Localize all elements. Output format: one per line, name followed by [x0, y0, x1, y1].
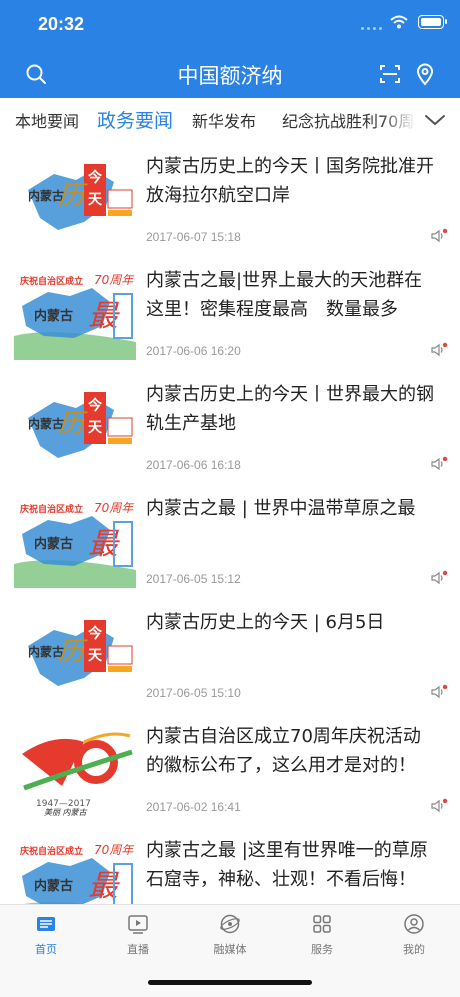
- status-time: 20:32: [38, 14, 85, 34]
- list-item[interactable]: 庆祝自治区成立 70周年 内蒙古 最 内蒙古之最 |这里有世界唯一的草原石窟寺，…: [0, 826, 460, 904]
- article-title: 内蒙古历史上的今天 | 6月5日: [146, 612, 385, 633]
- article-date: 2017-06-06 16:20: [146, 344, 241, 358]
- svg-text:庆祝自治区成立: 庆祝自治区成立: [19, 275, 83, 287]
- today-in-history-thumbnail: 今 天 内蒙古 历: [14, 152, 136, 246]
- article-date: 2017-06-06 16:18: [146, 458, 241, 472]
- svg-text:庆祝自治区成立: 庆祝自治区成立: [19, 503, 83, 515]
- wifi-icon: [390, 15, 408, 29]
- today-in-history-thumbnail: 今 天 内蒙古 历: [14, 608, 136, 702]
- location-pin-icon[interactable]: [413, 62, 437, 86]
- status-indicators: [361, 14, 447, 30]
- article-title: 内蒙古之最|世界上最大的天池群在这里！密集程度最高 数量最多: [146, 270, 423, 320]
- list-item[interactable]: 庆祝自治区成立 70周年 内蒙古 最 内蒙古之最|世界上最大的天池群在这里！密集…: [0, 256, 460, 371]
- article-title: 内蒙古历史上的今天丨世界最大的钢轨生产基地: [146, 384, 434, 434]
- speaker-icon[interactable]: [430, 456, 448, 472]
- inner-mongolia-best-thumbnail: 庆祝自治区成立 70周年 内蒙古 最: [14, 494, 136, 588]
- list-item[interactable]: 庆祝自治区成立 70周年 内蒙古 最 内蒙古之最 | 世界中温带草原之最 201…: [0, 484, 460, 599]
- tabbar-item-services[interactable]: 服务: [276, 913, 368, 957]
- app-header: 20:32 中国额济纳: [0, 0, 460, 98]
- article-list: 今 天 内蒙古 历 内蒙古历史上的今天丨国务院批准开放海拉尔航空口岸 2017-…: [0, 142, 460, 904]
- chevron-down-icon[interactable]: [424, 110, 446, 130]
- article-date: 2017-06-05 15:12: [146, 572, 241, 586]
- list-item[interactable]: 今 天 内蒙古 历 内蒙古历史上的今天丨世界最大的钢轨生产基地 2017-06-…: [0, 370, 460, 485]
- battery-icon: [418, 15, 447, 29]
- svg-text:70周年: 70周年: [94, 501, 135, 515]
- tabbar-label: 服务: [311, 943, 333, 956]
- svg-text:70周年: 70周年: [94, 843, 135, 857]
- svg-text:最: 最: [88, 527, 120, 562]
- svg-text:历: 历: [58, 181, 88, 211]
- media-globe-icon: [220, 914, 240, 934]
- article-title: 内蒙古之最 | 世界中温带草原之最: [146, 498, 416, 519]
- svg-text:今: 今: [87, 397, 102, 414]
- tabbar-label: 直播: [127, 943, 149, 956]
- list-item[interactable]: 今 天 内蒙古 历 内蒙古历史上的今天丨国务院批准开放海拉尔航空口岸 2017-…: [0, 142, 460, 257]
- svg-text:内蒙古: 内蒙古: [34, 536, 73, 552]
- profile-icon: [404, 914, 424, 934]
- svg-text:天: 天: [88, 420, 103, 436]
- svg-text:内蒙古: 内蒙古: [34, 308, 73, 324]
- inner-mongolia-best-thumbnail: 庆祝自治区成立 70周年 内蒙古 最: [14, 266, 136, 360]
- home-indicator: [148, 980, 312, 985]
- svg-text:美丽 内蒙古: 美丽 内蒙古: [44, 808, 88, 816]
- speaker-icon[interactable]: [430, 342, 448, 358]
- services-grid-icon: [313, 915, 331, 933]
- tabbar-item-profile[interactable]: 我的: [368, 913, 460, 957]
- svg-text:天: 天: [88, 648, 103, 664]
- article-title: 内蒙古历史上的今天丨国务院批准开放海拉尔航空口岸: [146, 156, 434, 206]
- article-date: 2017-06-02 16:41: [146, 800, 241, 814]
- today-in-history-thumbnail: 今 天 内蒙古 历: [14, 380, 136, 474]
- article-title: 内蒙古之最 |这里有世界唯一的草原石窟寺，神秘、壮观！不看后悔！: [146, 840, 428, 890]
- tab-xinhua-release[interactable]: 新华发布: [192, 108, 256, 132]
- svg-text:历: 历: [58, 409, 88, 439]
- category-tabs: 本地要闻 政务要闻 新华发布 纪念抗战胜利70周: [0, 98, 460, 143]
- tabbar-item-live[interactable]: 直播: [92, 913, 184, 957]
- speaker-icon[interactable]: [430, 228, 448, 244]
- svg-text:天: 天: [88, 192, 103, 208]
- svg-text:今: 今: [87, 169, 102, 186]
- live-play-icon: [128, 915, 148, 934]
- svg-text:历: 历: [58, 637, 88, 667]
- speaker-icon[interactable]: [430, 684, 448, 700]
- svg-text:内蒙古: 内蒙古: [34, 878, 73, 894]
- article-date: 2017-06-05 15:10: [146, 686, 241, 700]
- speaker-icon[interactable]: [430, 570, 448, 586]
- tabbar-item-media[interactable]: 融媒体: [184, 913, 276, 957]
- svg-text:庆祝自治区成立: 庆祝自治区成立: [19, 845, 83, 857]
- tab-local-news[interactable]: 本地要闻: [15, 108, 79, 132]
- tabbar-label: 融媒体: [213, 943, 247, 956]
- list-item[interactable]: 1947—2017 美丽 内蒙古 内蒙古自治区成立70周年庆祝活动的徽标公布了，…: [0, 712, 460, 827]
- scan-icon[interactable]: [378, 62, 402, 86]
- home-news-icon: [37, 917, 55, 931]
- svg-text:最: 最: [88, 869, 120, 904]
- list-item[interactable]: 今 天 内蒙古 历 内蒙古历史上的今天 | 6月5日 2017-06-05 15…: [0, 598, 460, 713]
- tab-government-news[interactable]: 政务要闻: [97, 106, 173, 133]
- article-title: 内蒙古自治区成立70周年庆祝活动的徽标公布了，这么用才是对的！: [146, 726, 421, 776]
- article-date: 2017-06-07 15:18: [146, 230, 241, 244]
- tabbar-label: 首页: [35, 943, 57, 956]
- tabbar-item-home[interactable]: 首页: [0, 913, 92, 957]
- speaker-icon[interactable]: [430, 798, 448, 814]
- inner-mongolia-best-thumbnail: 庆祝自治区成立 70周年 内蒙古 最: [14, 836, 136, 904]
- svg-text:最: 最: [88, 299, 120, 334]
- tabs-fade: [380, 98, 460, 142]
- 70-anniversary-logo-thumbnail: 1947—2017 美丽 内蒙古: [14, 722, 136, 816]
- svg-text:70周年: 70周年: [94, 273, 135, 287]
- signal-icon: [361, 20, 382, 30]
- svg-text:今: 今: [87, 625, 102, 642]
- tabbar-label: 我的: [403, 943, 425, 956]
